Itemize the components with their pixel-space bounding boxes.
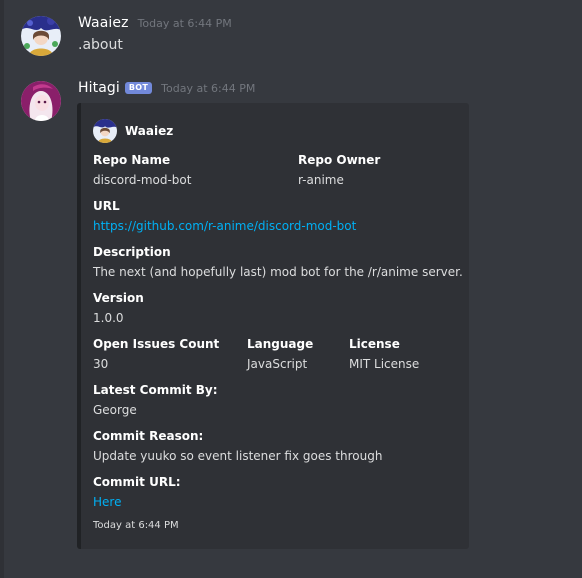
field-value: 30: [93, 357, 109, 371]
channel-sidebar-edge: [0, 0, 4, 578]
bot-badge: BOT: [124, 82, 153, 94]
field-name: Version: [93, 291, 144, 305]
field-latest-commit-by: Latest Commit By: George: [93, 382, 218, 418]
field-value: The next (and hopefully last) mod bot fo…: [93, 265, 463, 279]
hitagi-avatar-icon[interactable]: [21, 81, 61, 121]
field-description: Description The next (and hopefully last…: [93, 244, 463, 280]
username[interactable]: Waaiez: [78, 15, 129, 31]
field-name: Latest Commit By:: [93, 383, 218, 397]
repo-embed: Waaiez Repo Name discord-mod-bot Repo Ow…: [77, 103, 469, 549]
field-value: JavaScript: [247, 357, 308, 371]
field-url: URL https://github.com/r-anime/discord-m…: [93, 198, 356, 234]
message-content: .about: [78, 37, 123, 53]
field-repo-name: Repo Name discord-mod-bot: [93, 152, 191, 188]
field-value: George: [93, 403, 137, 417]
field-name: License: [349, 337, 400, 351]
field-license: License MIT License: [349, 336, 419, 372]
field-name: Commit URL:: [93, 475, 181, 489]
field-repo-owner: Repo Owner r-anime: [298, 152, 380, 188]
field-name: Commit Reason:: [93, 429, 204, 443]
field-value: discord-mod-bot: [93, 173, 192, 187]
field-name: Repo Name: [93, 153, 171, 167]
waaiez-avatar-icon[interactable]: [21, 16, 61, 56]
field-commit-reason: Commit Reason: Update yuuko so event lis…: [93, 428, 382, 464]
message-timestamp: Today at 6:44 PM: [161, 82, 256, 95]
username[interactable]: Hitagi: [78, 80, 120, 96]
field-name: Repo Owner: [298, 153, 381, 167]
field-name: Description: [93, 245, 171, 259]
field-value: MIT License: [349, 357, 420, 371]
embed-author-name: Waaiez: [125, 124, 174, 138]
field-language: Language JavaScript: [247, 336, 313, 372]
field-name: URL: [93, 199, 120, 213]
field-commit-url: Commit URL: Here: [93, 474, 181, 510]
message-timestamp: Today at 6:44 PM: [137, 17, 232, 30]
embed-author: Waaiez: [93, 119, 173, 143]
repo-url-link[interactable]: https://github.com/r-anime/discord-mod-b…: [93, 218, 356, 234]
field-open-issues: Open Issues Count 30: [93, 336, 219, 372]
field-value: r-anime: [298, 173, 344, 187]
field-name: Language: [247, 337, 314, 351]
field-version: Version 1.0.0: [93, 290, 144, 326]
field-value: Update yuuko so event listener fix goes …: [93, 449, 383, 463]
embed-author-avatar-icon: [93, 119, 117, 143]
field-value: 1.0.0: [93, 311, 124, 325]
embed-footer-timestamp: Today at 6:44 PM: [93, 520, 179, 531]
field-name: Open Issues Count: [93, 337, 220, 351]
chat-view: Waaiez Today at 6:44 PM .about Hitagi BO…: [0, 0, 582, 578]
commit-url-link[interactable]: Here: [93, 494, 181, 510]
